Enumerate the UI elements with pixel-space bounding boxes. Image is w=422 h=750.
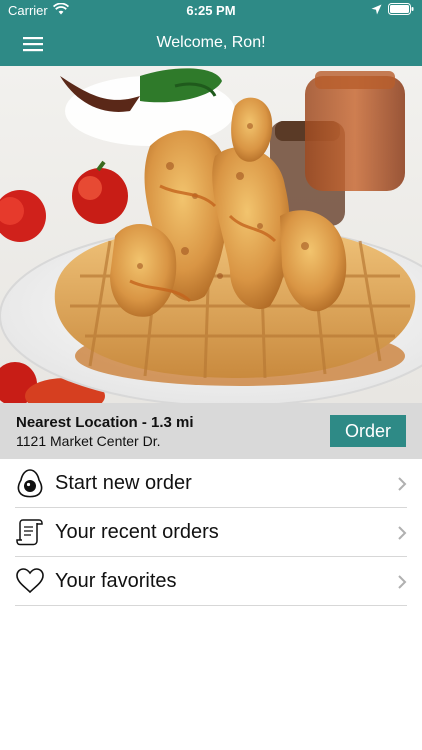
heart-icon	[15, 566, 45, 596]
receipt-icon	[15, 517, 45, 547]
chevron-right-icon	[397, 574, 407, 590]
nav-bar: Welcome, Ron!	[0, 22, 422, 66]
page-title: Welcome, Ron!	[156, 34, 266, 51]
status-bar: Carrier 6:25 PM	[0, 0, 422, 22]
nearest-location-title: Nearest Location - 1.3 mi	[16, 414, 194, 431]
list-item-recent-orders[interactable]: Your recent orders	[15, 508, 407, 557]
order-button[interactable]: Order	[330, 415, 406, 447]
battery-icon	[388, 3, 414, 18]
list-item-start-new-order[interactable]: Start new order	[15, 459, 407, 508]
chicken-and-waffles-photo	[0, 66, 422, 403]
hero-image	[0, 66, 422, 403]
list-item-favorites[interactable]: Your favorites	[15, 557, 407, 606]
list-item-label: Your recent orders	[55, 521, 219, 543]
nearest-location-address: 1121 Market Center Dr.	[16, 433, 161, 449]
list-item-label: Start new order	[55, 472, 192, 494]
status-time: 6:25 PM	[186, 3, 236, 18]
location-arrow-icon	[371, 3, 382, 18]
avocado-icon	[15, 468, 45, 498]
action-list: Start new order Your recent orders Your …	[0, 459, 422, 606]
chevron-right-icon	[397, 476, 407, 492]
nearest-location-bar: Nearest Location - 1.3 mi 1121 Market Ce…	[0, 403, 422, 459]
chevron-right-icon	[397, 525, 407, 541]
list-item-label: Your favorites	[55, 570, 177, 592]
status-right	[371, 3, 414, 18]
